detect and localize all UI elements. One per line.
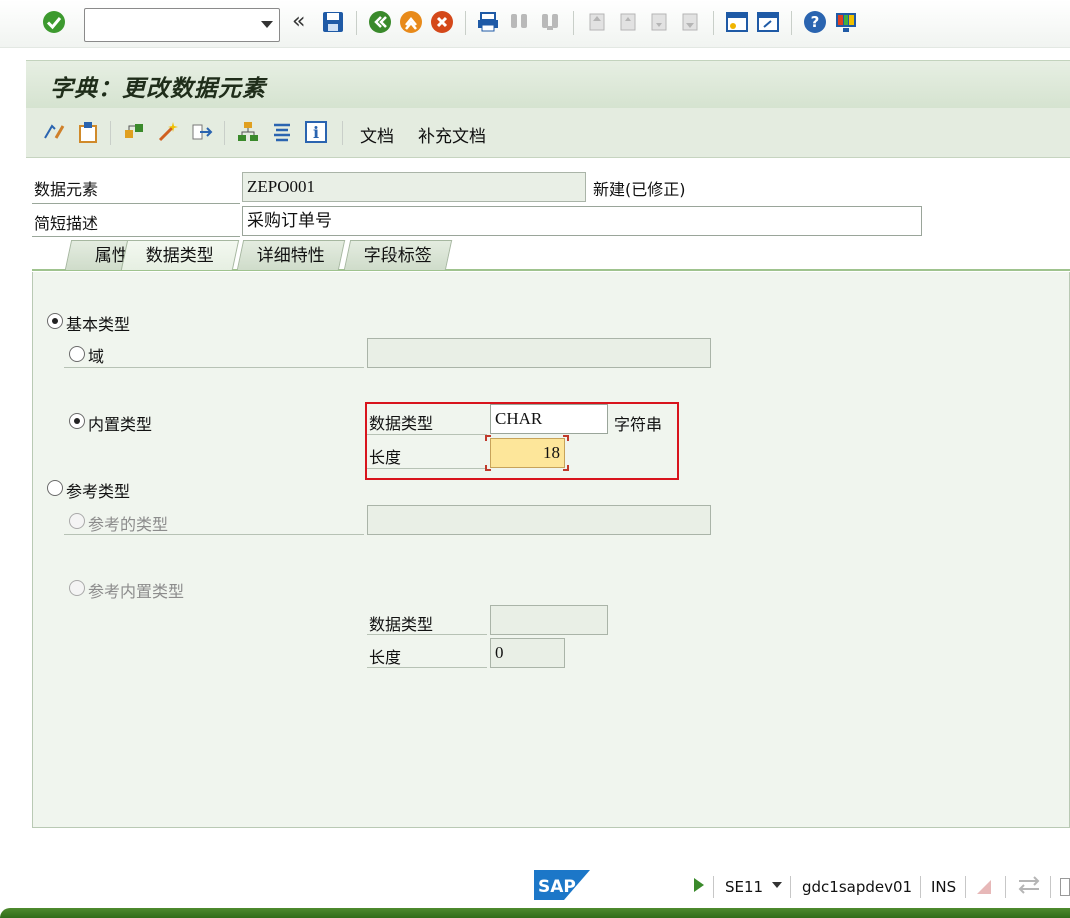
screen-title: 字典：更改数据元素: [50, 75, 266, 102]
help-icon[interactable]: ?: [803, 10, 827, 34]
chevron-down-icon[interactable]: [772, 882, 782, 888]
svg-text:i: i: [313, 123, 319, 142]
reference-type-label: 参考类型: [66, 482, 131, 501]
find-icon: [507, 10, 531, 34]
ref-builtin-type-label: 参考内置类型: [88, 582, 185, 601]
ref-builtin-type-radio: [69, 580, 85, 596]
info-icon[interactable]: i: [304, 120, 328, 144]
tab-data-type-label: 数据类型: [145, 246, 214, 266]
status-text: 新建(已修正): [593, 180, 686, 199]
focus-corner: [485, 435, 491, 441]
builtin-type-radio[interactable]: [69, 413, 85, 429]
ref-type-name-radio: [69, 513, 85, 529]
save-icon[interactable]: [321, 10, 345, 34]
builtin-datatype-field[interactable]: CHAR: [490, 404, 608, 434]
screen-title-bar: 字典：更改数据元素: [26, 60, 1070, 108]
where-used-icon[interactable]: [190, 120, 214, 144]
focus-corner: [563, 435, 569, 441]
transaction-code: SE11: [725, 878, 764, 896]
first-page-icon: [585, 10, 609, 34]
last-page-icon: [678, 10, 702, 34]
reference-type-radio[interactable]: [47, 480, 63, 496]
sap-logo-icon: SAP: [534, 870, 590, 900]
tab-data-type[interactable]: 数据类型: [120, 240, 240, 270]
enter-checkmark-icon[interactable]: [42, 10, 66, 34]
hierarchy-icon[interactable]: [236, 120, 260, 144]
tab-further-characteristics[interactable]: 详细特性: [236, 240, 346, 270]
check-icon[interactable]: [122, 120, 146, 144]
customize-layout-icon[interactable]: [834, 10, 858, 34]
window-bottom-edge: [0, 908, 1070, 918]
list-icon[interactable]: [270, 120, 294, 144]
tab-further-characteristics-label: 详细特性: [256, 246, 325, 266]
shortcut-icon[interactable]: [756, 10, 780, 34]
domain-radio[interactable]: [69, 346, 85, 362]
create-session-icon[interactable]: [725, 10, 749, 34]
status-bar: SAP SE11 gdc1sapdev01 INS: [0, 860, 1070, 910]
back-icon[interactable]: [368, 10, 392, 34]
system-toolbar: « ?: [0, 0, 1070, 48]
command-field[interactable]: [84, 8, 280, 42]
print-icon[interactable]: [476, 10, 500, 34]
domain-label: 域: [88, 347, 105, 366]
tab-field-label[interactable]: 字段标签: [343, 240, 453, 270]
play-icon[interactable]: [694, 878, 704, 892]
svg-text:?: ?: [811, 13, 820, 31]
resize-grip-icon: [1060, 878, 1070, 896]
documentation-button[interactable]: 文档: [360, 122, 394, 147]
data-element-label: 数据元素: [34, 180, 99, 199]
builtin-type-label: 内置类型: [88, 415, 153, 434]
focus-corner: [563, 465, 569, 471]
builtin-length-field[interactable]: 18: [490, 438, 565, 468]
find-next-icon: [538, 10, 562, 34]
transfer-icon: [1016, 874, 1042, 896]
ref-type-name-field: [367, 505, 711, 535]
next-page-icon: [647, 10, 671, 34]
lock-icon: [975, 876, 993, 896]
ref-type-name-label: 参考的类型: [88, 515, 169, 534]
display-change-toggle-icon[interactable]: [42, 120, 66, 144]
activate-wand-icon[interactable]: [156, 120, 180, 144]
cancel-icon[interactable]: [430, 10, 454, 34]
server-name: gdc1sapdev01: [802, 878, 913, 896]
ref-length-label: 长度: [369, 648, 402, 667]
builtin-datatype-description: 字符串: [614, 415, 663, 434]
builtin-length-label: 长度: [369, 448, 402, 467]
other-object-icon[interactable]: [76, 120, 100, 144]
short-description-label: 简短描述: [34, 214, 99, 233]
builtin-datatype-label: 数据类型: [369, 414, 434, 433]
ref-datatype-label: 数据类型: [369, 615, 434, 634]
insert-mode: INS: [931, 878, 957, 896]
domain-field: [367, 338, 711, 368]
application-toolbar: i 文档 补充文档: [26, 108, 1070, 158]
supplementary-documentation-button[interactable]: 补充文档: [418, 122, 486, 147]
focus-corner: [485, 465, 491, 471]
previous-page-icon: [616, 10, 640, 34]
elementary-type-radio[interactable]: [47, 313, 63, 329]
short-description-field[interactable]: 采购订单号: [242, 206, 922, 236]
elementary-type-label: 基本类型: [66, 315, 131, 334]
tab-field-label-label: 字段标签: [363, 246, 432, 266]
exit-icon[interactable]: [399, 10, 423, 34]
double-chevron-left-icon[interactable]: «: [292, 9, 316, 34]
ref-datatype-field: [490, 605, 608, 635]
chevron-down-icon[interactable]: [261, 21, 273, 28]
ref-length-field: 0: [490, 638, 565, 668]
data-element-field: ZEPO001: [242, 172, 586, 202]
sap-logo-text: SAP: [538, 877, 576, 897]
